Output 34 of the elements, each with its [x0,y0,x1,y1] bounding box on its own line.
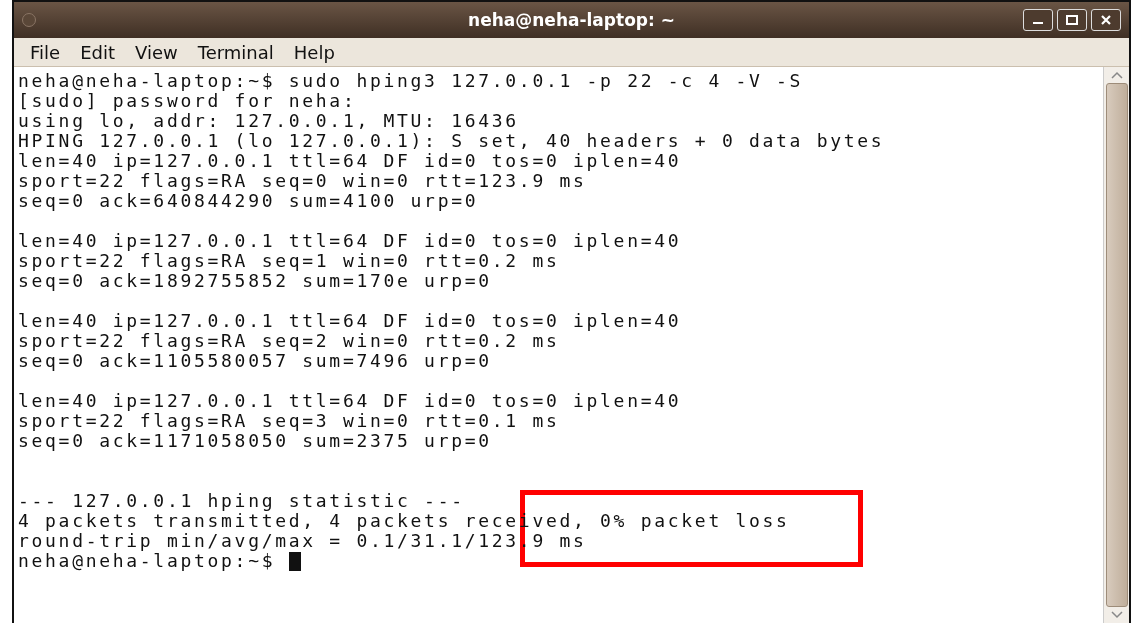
close-icon [1100,15,1112,25]
terminal-line: sport=22 flags=RA seq=2 win=0 rtt=0.2 ms [18,331,560,351]
terminal-line: using lo, addr: 127.0.0.1, MTU: 16436 [18,111,519,131]
minimize-button[interactable] [1023,9,1053,31]
scrollbar[interactable] [1103,67,1129,623]
window-menu-icon[interactable] [22,13,36,27]
terminal-line: len=40 ip=127.0.0.1 ttl=64 DF id=0 tos=0 iplen=40 [18,151,682,171]
minimize-icon [1033,22,1043,24]
terminal-line: seq=0 ack=1892755852 sum=170e urp=0 [18,271,492,291]
terminal-line: --- 127.0.0.1 hping statistic --- [18,491,465,511]
scrollbar-thumb[interactable] [1105,83,1128,607]
terminal-line: seq=0 ack=640844290 sum=4100 urp=0 [18,191,479,211]
terminal-line: len=40 ip=127.0.0.1 ttl=64 DF id=0 tos=0 iplen=40 [18,311,682,331]
terminal-line: [sudo] password for neha: [18,91,357,111]
maximize-icon [1066,15,1078,25]
window-title: neha@neha-laptop: ~ [468,10,675,30]
menu-item[interactable]: Terminal [189,41,282,63]
maximize-button[interactable] [1057,9,1087,31]
terminal-line: seq=0 ack=1171058050 sum=2375 urp=0 [18,431,492,451]
terminal-line: sport=22 flags=RA seq=1 win=0 rtt=0.2 ms [18,251,560,271]
terminal-line: len=40 ip=127.0.0.1 ttl=64 DF id=0 tos=0 iplen=40 [18,231,682,251]
terminal-line: seq=0 ack=1105580057 sum=7496 urp=0 [18,351,492,371]
close-button[interactable] [1091,9,1121,31]
terminal-line: sport=22 flags=RA seq=3 win=0 rtt=0.1 ms [18,411,560,431]
terminal-line: neha@neha-laptop:~$ [18,551,276,571]
cursor-block [289,551,302,571]
terminal-line: len=40 ip=127.0.0.1 ttl=64 DF id=0 tos=0 iplen=40 [18,391,682,411]
menu-item[interactable]: View [127,41,186,63]
menu-item[interactable]: Help [285,41,343,63]
terminal-line: neha@neha-laptop:~$ sudo hping3 127.0.0.1 -p 22 -c 4 -V -S [18,71,804,91]
menu-item[interactable]: File [22,41,69,63]
terminal-line: HPING 127.0.0.1 (lo 127.0.0.1): S set, 40 headers + 0 data bytes [18,131,885,151]
menu-item[interactable]: Edit [72,41,123,63]
terminal-line: sport=22 flags=RA seq=0 win=0 rtt=123.9 ms [18,171,587,191]
